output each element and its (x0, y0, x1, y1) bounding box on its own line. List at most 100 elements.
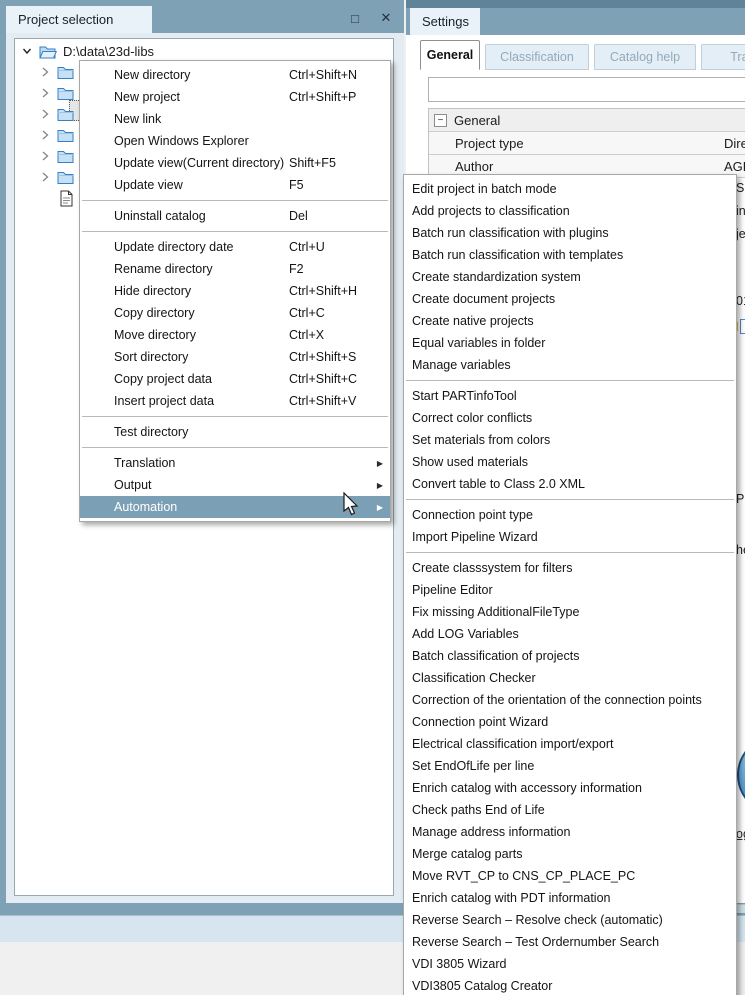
grid-row-project-type[interactable]: Project type Direc (429, 132, 745, 155)
menu-item-reverse-search-test-ordernumber-search[interactable]: Reverse Search – Test Ordernumber Search (404, 931, 736, 953)
menu-item-shortcut: Ctrl+C (289, 306, 325, 320)
menu-item-equal-variables-in-folder[interactable]: Equal variables in folder (404, 332, 736, 354)
menu-item-uninstall-catalog[interactable]: Uninstall catalog Del (80, 205, 390, 227)
menu-item-start-partinfotool[interactable]: Start PARTinfoTool (404, 385, 736, 407)
maximize-button[interactable]: □ (346, 10, 364, 26)
menu-item-create-standardization-system[interactable]: Create standardization system (404, 266, 736, 288)
menu-item-new-project[interactable]: New project Ctrl+Shift+P (80, 86, 390, 108)
menu-item-label: Copy directory (114, 306, 195, 320)
menu-item-edit-project-in-batch-mode[interactable]: Edit project in batch mode (404, 178, 736, 200)
menu-item-merge-catalog-parts[interactable]: Merge catalog parts (404, 843, 736, 865)
grid-row-value: AGB_ (724, 158, 745, 174)
tab-classification[interactable]: Classification (485, 44, 589, 70)
menu-item-label: Rename directory (114, 262, 213, 276)
menu-item-batch-run-classification-with-templates[interactable]: Batch run classification with templates (404, 244, 736, 266)
menu-item-create-document-projects[interactable]: Create document projects (404, 288, 736, 310)
menu-item-label: Create native projects (412, 314, 534, 328)
menu-item-enrich-catalog-with-pdt-information[interactable]: Enrich catalog with PDT information (404, 887, 736, 909)
menu-item-move-directory[interactable]: Move directory Ctrl+X (80, 324, 390, 346)
menu-item-correct-color-conflicts[interactable]: Correct color conflicts (404, 407, 736, 429)
menu-item-new-directory[interactable]: New directory Ctrl+Shift+N (80, 64, 390, 86)
menu-item-connection-point-wizard[interactable]: Connection point Wizard (404, 711, 736, 733)
menu-item-pipeline-editor[interactable]: Pipeline Editor (404, 579, 736, 601)
menu-item-set-endoflife-per-line[interactable]: Set EndOfLife per line (404, 755, 736, 777)
menu-item-vdi-3805-wizard[interactable]: VDI 3805 Wizard (404, 953, 736, 975)
menu-item-label: Test directory (114, 425, 189, 439)
menu-item-vdi3805-catalog-creator[interactable]: VDI3805 Catalog Creator (404, 975, 736, 995)
menu-item-add-projects-to-classification[interactable]: Add projects to classification (404, 200, 736, 222)
menu-separator (82, 231, 388, 232)
menu-item-convert-table-to-class-2-0-xml[interactable]: Convert table to Class 2.0 XML (404, 473, 736, 495)
menu-item-manage-address-information[interactable]: Manage address information (404, 821, 736, 843)
menu-item-new-link[interactable]: New link (80, 108, 390, 130)
grid-group-general[interactable]: − General (429, 109, 745, 132)
menu-item-electrical-classification-import-export[interactable]: Electrical classification import/export (404, 733, 736, 755)
chevron-right-icon[interactable] (39, 108, 51, 120)
menu-item-copy-directory[interactable]: Copy directory Ctrl+C (80, 302, 390, 324)
menu-item-show-used-materials[interactable]: Show used materials (404, 451, 736, 473)
menu-item-import-pipeline-wizard[interactable]: Import Pipeline Wizard (404, 526, 736, 548)
menu-item-update-directory-date[interactable]: Update directory date Ctrl+U (80, 236, 390, 258)
menu-item-label: Sort directory (114, 350, 189, 364)
menu-item-label: Update view(Current directory) (114, 156, 285, 170)
menu-item-enrich-catalog-with-accessory-informatio[interactable]: Enrich catalog with accessory informatio… (404, 777, 736, 799)
menu-item-label: Output (114, 478, 152, 492)
menu-item-check-paths-end-of-life[interactable]: Check paths End of Life (404, 799, 736, 821)
close-button[interactable]: ✕ (377, 10, 395, 26)
value-fragment-s2: S2 (736, 181, 745, 195)
menu-item-move-rvt-cp-to-cns-cp-place-pc[interactable]: Move RVT_CP to CNS_CP_PLACE_PC (404, 865, 736, 887)
menu-item-reverse-search-resolve-check-automatic[interactable]: Reverse Search – Resolve check (automati… (404, 909, 736, 931)
menu-item-hide-directory[interactable]: Hide directory Ctrl+Shift+H (80, 280, 390, 302)
settings-title: Settings (422, 14, 469, 29)
menu-item-test-directory[interactable]: Test directory (80, 421, 390, 443)
menu-item-rename-directory[interactable]: Rename directory F2 (80, 258, 390, 280)
chevron-right-icon[interactable] (39, 87, 51, 99)
chevron-right-icon[interactable] (39, 129, 51, 141)
project-selection-titlebar: Project selection □ ✕ (0, 0, 404, 33)
settings-tab-strip: GeneralClassificationCatalog helpTrans (420, 40, 745, 70)
menu-item-sort-directory[interactable]: Sort directory Ctrl+Shift+S (80, 346, 390, 368)
tab-trans[interactable]: Trans (701, 44, 745, 70)
closed-folder-icon (57, 65, 74, 79)
menu-item-create-native-projects[interactable]: Create native projects (404, 310, 736, 332)
menu-item-label: Reverse Search – Test Ordernumber Search (412, 935, 660, 949)
menu-item-copy-project-data[interactable]: Copy project data Ctrl+Shift+C (80, 368, 390, 390)
menu-item-connection-point-type[interactable]: Connection point type (404, 504, 736, 526)
menu-item-update-view[interactable]: Update view F5 (80, 174, 390, 196)
catalog-link-fragment[interactable]: og (736, 827, 745, 841)
menu-item-add-log-variables[interactable]: Add LOG Variables (404, 623, 736, 645)
menu-item-batch-run-classification-with-plugins[interactable]: Batch run classification with plugins (404, 222, 736, 244)
menu-item-translation[interactable]: Translation ▶ (80, 452, 390, 474)
settings-tab[interactable]: Settings (410, 8, 480, 35)
project-selection-title: Project selection (18, 12, 114, 27)
menu-item-set-materials-from-colors[interactable]: Set materials from colors (404, 429, 736, 451)
menu-item-manage-variables[interactable]: Manage variables (404, 354, 736, 376)
open-folder-icon (39, 44, 57, 59)
menu-item-batch-classification-of-projects[interactable]: Batch classification of projects (404, 645, 736, 667)
menu-item-update-view-current-directory[interactable]: Update view(Current directory) Shift+F5 (80, 152, 390, 174)
menu-item-correction-of-the-orientation-of-the-con[interactable]: Correction of the orientation of the con… (404, 689, 736, 711)
tree-root[interactable]: D:\data\23d-libs (15, 41, 385, 61)
collapse-icon[interactable]: − (434, 113, 447, 127)
chevron-right-icon[interactable] (39, 150, 51, 162)
menu-item-classification-checker[interactable]: Classification Checker (404, 667, 736, 689)
menu-item-label: Correction of the orientation of the con… (412, 693, 702, 707)
menu-item-create-classsystem-for-filters[interactable]: Create classsystem for filters (404, 557, 736, 579)
automation-submenu: Edit project in batch mode Add projects t… (403, 174, 737, 995)
closed-folder-icon (57, 86, 74, 100)
menu-item-label: Classification Checker (412, 671, 536, 685)
menu-item-label: New project (114, 90, 180, 104)
menu-item-label: Create classsystem for filters (412, 561, 573, 575)
chevron-down-icon[interactable] (21, 45, 33, 57)
menu-item-insert-project-data[interactable]: Insert project data Ctrl+Shift+V (80, 390, 390, 412)
filter-input[interactable] (428, 77, 745, 102)
chevron-right-icon[interactable] (39, 171, 51, 183)
chevron-right-icon[interactable] (39, 66, 51, 78)
menu-item-fix-missing-additionalfiletype[interactable]: Fix missing AdditionalFileType (404, 601, 736, 623)
tab-general[interactable]: General (420, 40, 480, 70)
tab-catalog-help[interactable]: Catalog help (594, 44, 696, 70)
project-selection-tab[interactable]: Project selection (6, 6, 152, 33)
value-fragment-in: in (736, 204, 745, 218)
menu-item-open-windows-explorer[interactable]: Open Windows Explorer (80, 130, 390, 152)
menu-item-label: Batch run classification with templates (412, 248, 624, 262)
